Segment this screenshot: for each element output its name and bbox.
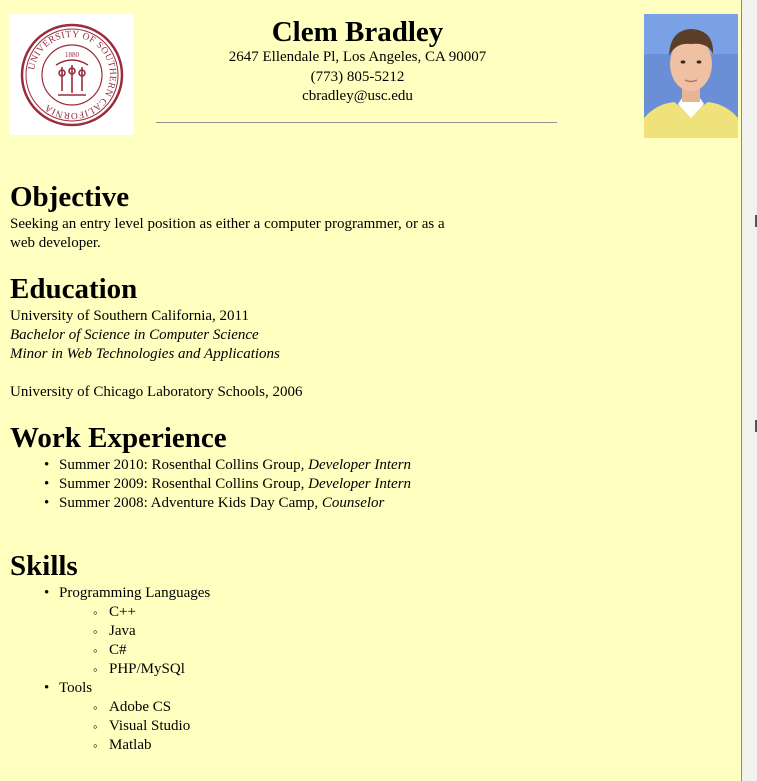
work-role: Developer Intern [308,457,412,473]
resume-header: Clem Bradley 2647 Ellendale Pl, Los Ange… [150,16,565,107]
work-role: Developer Intern [308,476,412,492]
education-heading: Education [10,273,138,305]
email: cbradley@usc.edu [302,88,413,104]
skill-item: Java [93,622,135,641]
education-school-lab: University of Chicago Laboratory Schools… [10,384,303,400]
usc-seal-logo: UNIVERSITY OF SOUTHERN CALIFORNIA 1880 [9,14,134,135]
phone: (773) 805-5212 [310,68,405,85]
skill-item: Matlab [93,736,151,755]
header-divider [156,122,557,123]
work-item: Summer 2009: Rosenthal Collins Group, De… [44,475,412,494]
seal-icon: UNIVERSITY OF SOUTHERN CALIFORNIA 1880 [20,23,123,126]
address: 2647 Ellendale Pl, Los Angeles, CA 90007 [228,49,487,65]
work-experience-heading: Work Experience [10,422,227,454]
education-minor: Minor in Web Technologies and Applicatio… [10,346,280,362]
skill-item: Visual Studio [93,717,190,736]
objective-heading: Objective [10,181,130,213]
objective-text-line1: Seeking an entry level position as eithe… [10,216,445,232]
skill-item: C++ [93,603,136,622]
skill-item: Adobe CS [93,698,171,717]
skill-item: PHP/MySQl [93,660,185,679]
skill-item: C# [93,641,126,660]
education-school-usc: University of Southern California, 2011 [10,308,249,324]
work-item: Summer 2010: Rosenthal Collins Group, De… [44,456,412,475]
candidate-name: Clem Bradley [271,16,444,48]
education-degree: Bachelor of Science in Computer Science [10,327,259,343]
objective-text-line2: web developer. [10,235,101,251]
vertical-scrollbar[interactable] [741,0,757,781]
skill-group-programming: Programming Languages [44,584,210,603]
profile-photo [644,14,738,138]
work-role: Counselor [321,495,385,511]
skill-group-tools: Tools [44,679,92,698]
work-item: Summer 2008: Adventure Kids Day Camp, Co… [44,494,385,513]
seal-year: 1880 [65,51,80,59]
resume-page: UNIVERSITY OF SOUTHERN CALIFORNIA 1880 C… [0,0,741,781]
skills-heading: Skills [10,550,78,582]
